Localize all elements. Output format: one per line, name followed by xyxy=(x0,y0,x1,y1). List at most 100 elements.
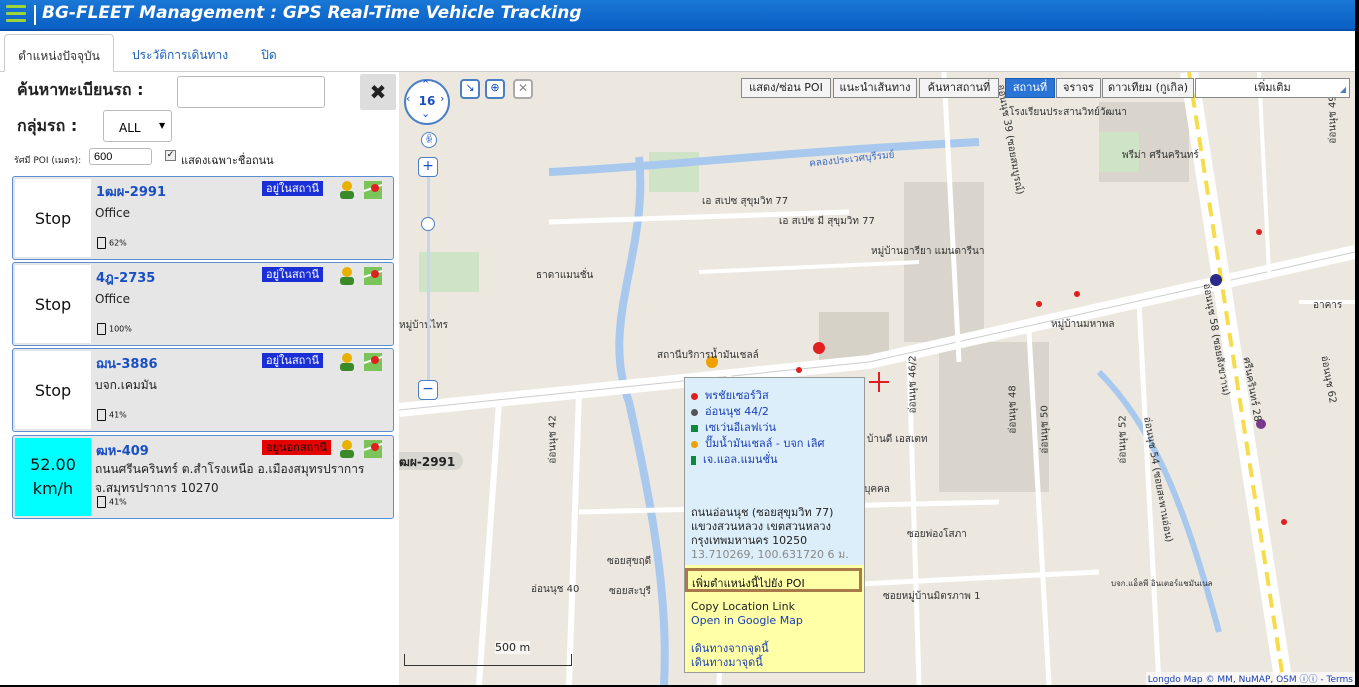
popup-coordinates: 13.710269, 100.631720 6 ม. xyxy=(691,548,849,561)
group-select-value: ALL xyxy=(119,121,141,135)
speed-box: 52.00 km/h xyxy=(15,438,91,516)
popup-poi-item[interactable]: เจ.แอล.แมนชั่น xyxy=(691,450,777,468)
pan-up-icon[interactable]: ⌃ xyxy=(421,78,430,91)
popup-poi-name: เจ.แอล.แมนชั่น xyxy=(703,453,778,466)
map-label: สถานีบริการน้ำมันเชลล์ xyxy=(657,350,759,361)
map-label: ซอยสะบุรี xyxy=(609,586,651,597)
tab-current-position[interactable]: ตำแหน่งปัจจุบัน xyxy=(4,34,114,72)
group-select[interactable]: ALL ▼ xyxy=(103,110,172,142)
popup-poi-name: พรชัยเซอร์วิส xyxy=(705,389,769,402)
popup-poi-name: เซเว่นอีเลฟเว่น xyxy=(705,421,777,434)
pan-control[interactable]: 16 ⌃ ⌄ ‹ › xyxy=(404,78,450,125)
address-line: แขวงสวนหลวง เขตสวนหลวง xyxy=(691,520,831,533)
clear-icon[interactable]: ✕ xyxy=(513,79,533,99)
vehicle-plate[interactable]: 1ฒผ-2991 xyxy=(96,181,166,202)
map-credit-link[interactable]: Longdo Map © MM, NuMAP, OSM ⓘⓘ - Terms xyxy=(1145,672,1355,685)
driver-icon[interactable] xyxy=(337,438,357,460)
map-view[interactable]: คลองประเวศบุรีรมย์ โรงเรียนประสานวิทย์วั… xyxy=(399,72,1355,685)
zoom-slider-handle[interactable] xyxy=(421,217,435,231)
map-locate-icon[interactable] xyxy=(363,265,383,287)
measure-icon[interactable]: ↘ xyxy=(460,79,480,99)
map-label: อ่อนนุช 50 xyxy=(1039,405,1051,454)
layer-places-button[interactable]: สถานที่ xyxy=(1005,78,1055,98)
map-label: บุคคล xyxy=(864,484,890,495)
map-label: หมู่บ้านอารียา แมนดารีนา xyxy=(871,246,985,257)
fuel-value: 41% xyxy=(109,497,127,507)
add-to-poi-button[interactable]: เพิ่มตำแหน่งนี้ไปยัง POI xyxy=(685,568,862,592)
zoom-out-button[interactable]: − xyxy=(418,380,438,400)
map-label: อ่อนนุช 42 xyxy=(547,415,559,464)
driver-icon[interactable] xyxy=(337,265,357,287)
chevron-down-icon: ▼ xyxy=(159,121,166,130)
map-label: เอ สเปซ มี สุขุมวิท 77 xyxy=(779,216,875,227)
map-label: ซอยหมู่บ้านมิตรภาพ 1 xyxy=(883,591,981,602)
vehicle-plate[interactable]: 4ฎ-2735 xyxy=(96,267,155,288)
map-label: อ่อนนุช 46/2 xyxy=(907,355,919,414)
find-place-button[interactable]: ค้นหาสถานที่ xyxy=(919,78,999,98)
zoom-box-icon[interactable]: ⊕ xyxy=(485,79,505,99)
app-window: BG-FLEET Management : GPS Real-Time Vehi… xyxy=(0,0,1355,685)
map-label: ซอยพ่องโสภา xyxy=(907,529,967,540)
route-suggest-button[interactable]: แนะนำเส้นทาง xyxy=(833,78,917,98)
pan-right-icon[interactable]: › xyxy=(440,92,444,105)
map-label: หมู่บ้านมหาพล xyxy=(1051,319,1115,330)
pan-left-icon[interactable]: ‹ xyxy=(406,92,410,105)
fuel-value: 100% xyxy=(109,324,132,334)
speed-box: Stop xyxy=(15,351,91,429)
address-line: กรุงเทพมหานคร 10250 xyxy=(691,534,808,547)
map-label: ธาดาแมนชั่น xyxy=(536,270,594,281)
status-badge: อยู่ในสถานี xyxy=(262,267,324,282)
shell-icon xyxy=(691,440,698,448)
fuel-level: 62% xyxy=(97,237,127,249)
tab-travel-history[interactable]: ประวัติการเดินทาง xyxy=(118,34,242,72)
map-label: บจก.แอ็ลพี อินเตอร์แชมันเนล xyxy=(1111,579,1213,588)
toggle-poi-button[interactable]: แสดง/ซ่อน POI xyxy=(741,78,831,98)
vehicle-map-label[interactable]: ฒผ-2991 xyxy=(399,452,464,470)
tab-bar: ตำแหน่งปัจจุบัน ประวัติการเดินทาง ปิด xyxy=(0,34,1355,72)
map-label: ซอยสุขฤดี xyxy=(607,556,652,567)
person-icon[interactable]: ꆜ xyxy=(421,132,437,148)
header-bar: BG-FLEET Management : GPS Real-Time Vehi… xyxy=(0,0,1355,31)
fuel-level: 41% xyxy=(97,409,127,421)
menu-icon[interactable] xyxy=(6,5,26,25)
speed-box: Stop xyxy=(15,265,91,343)
layer-satellite-button[interactable]: ดาวเทียม (กูเกิล) xyxy=(1102,78,1194,98)
pan-down-icon[interactable]: ⌄ xyxy=(421,107,430,120)
map-label: โรงเรียนประสานวิทย์วัฒนา xyxy=(1009,107,1127,118)
map-locate-icon[interactable] xyxy=(363,179,383,201)
vehicle-plate[interactable]: ฒห-409 xyxy=(96,440,149,461)
fuel-icon xyxy=(97,237,106,249)
scale-label: 500 m xyxy=(495,641,531,654)
vehicle-card[interactable]: Stop 4ฎ-2735 อยู่ในสถานี 100% Office xyxy=(12,262,394,346)
map-locate-icon[interactable] xyxy=(363,351,383,373)
poi-radius-input[interactable] xyxy=(89,148,152,165)
vehicle-card[interactable]: 52.00 km/h ฒห-409 อยู่นอกสถานี ถนนศรีนคริ… xyxy=(12,435,394,519)
zoom-in-button[interactable]: + xyxy=(418,157,438,177)
route-to-link[interactable]: เดินทางมาจุดนี้ xyxy=(691,653,763,671)
popup-address: ถนนอ่อนนุช (ซอยสุขุมวิท 77) แขวงสวนหลวง … xyxy=(691,506,863,562)
vehicle-card[interactable]: Stop 1ฒผ-2991 อยู่ในสถานี 62% Office xyxy=(12,176,394,260)
road-only-checkbox[interactable]: ✓ xyxy=(165,150,176,161)
header-divider xyxy=(34,5,36,25)
driver-icon[interactable] xyxy=(337,351,357,373)
map-scale: 500 m xyxy=(404,641,572,666)
tab-close[interactable]: ปิด xyxy=(246,34,292,72)
fuel-icon xyxy=(97,409,106,421)
plate-search-input[interactable] xyxy=(177,76,325,108)
close-icon[interactable]: ✖ xyxy=(360,74,396,110)
map-locate-icon[interactable] xyxy=(363,438,383,460)
open-google-map-link[interactable]: Open in Google Map xyxy=(691,614,803,627)
map-label: เอ สเปซ สุขุมวิท 77 xyxy=(702,196,789,207)
vehicle-location: บจก.เคมมัน xyxy=(95,378,157,392)
map-label: พรีม่า ศรีนครินทร์ xyxy=(1122,150,1199,161)
group-label: กลุ่มรถ : xyxy=(17,116,78,135)
status-badge: อยู่ในสถานี xyxy=(262,181,324,196)
layer-traffic-button[interactable]: จราจร xyxy=(1056,78,1101,98)
vehicle-plate[interactable]: ฌน-3886 xyxy=(96,353,158,374)
more-layers-select[interactable]: เพิ่มเติม ◢ xyxy=(1195,78,1350,98)
status-badge: อยู่ในสถานี xyxy=(262,353,324,368)
fuel-icon xyxy=(97,323,106,335)
driver-icon[interactable] xyxy=(337,179,357,201)
copy-location-link[interactable]: Copy Location Link xyxy=(691,600,795,613)
vehicle-card[interactable]: Stop ฌน-3886 อยู่ในสถานี 41% บจก.เคมมัน xyxy=(12,348,394,432)
